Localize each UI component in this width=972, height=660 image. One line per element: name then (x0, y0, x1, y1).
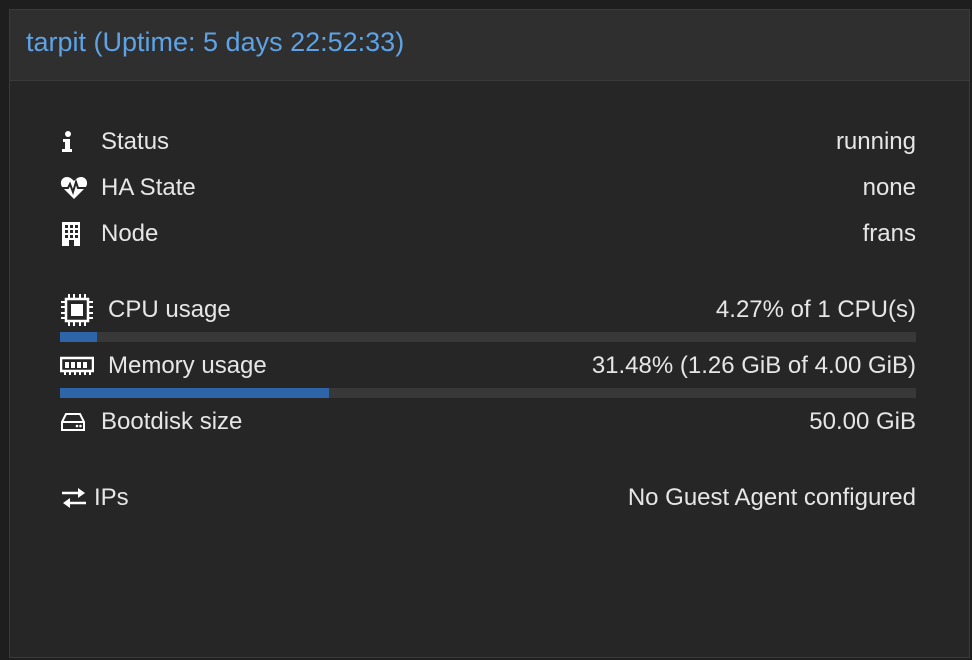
cpu-label: CPU usage (108, 296, 231, 323)
ha-state-value: none (862, 174, 916, 201)
building-icon (60, 219, 96, 249)
exchange-icon (60, 483, 96, 513)
vm-summary-panel: tarpit (Uptime: 5 days 22:52:33) Status … (9, 9, 970, 658)
cpu-usage-bar-fill (60, 332, 97, 342)
memory-usage-bar-fill (60, 388, 330, 398)
memory-label: Memory usage (108, 352, 267, 379)
memory-usage-bar (60, 388, 916, 398)
status-label: Status (101, 128, 170, 155)
ha-state-row: HA State none (60, 173, 916, 203)
cpu-usage-bar (60, 332, 916, 342)
memory-icon (60, 351, 96, 381)
memory-value: 31.48% (1.26 GiB of 4.00 GiB) (591, 352, 916, 379)
node-value: frans (862, 220, 916, 247)
ips-value: No Guest Agent configured (627, 484, 916, 511)
bootdisk-label: Bootdisk size (101, 408, 243, 435)
bootdisk-value: 50.00 GiB (809, 408, 916, 435)
ips-label: IPs (94, 484, 129, 511)
status-value: running (835, 128, 916, 155)
cpu-row: CPU usage 4.27% of 1 CPU(s) (60, 294, 916, 326)
hdd-icon (60, 407, 96, 437)
info-icon (60, 127, 96, 157)
panel-title: tarpit (Uptime: 5 days 22:52:33) (26, 27, 405, 57)
memory-row: Memory usage 31.48% (1.26 GiB of 4.00 Gi… (60, 351, 916, 381)
heartbeat-icon (60, 173, 96, 203)
node-row: Node frans (60, 219, 916, 249)
status-row: Status running (60, 127, 916, 157)
cpu-icon (60, 294, 96, 326)
bootdisk-row: Bootdisk size 50.00 GiB (60, 407, 916, 437)
ha-state-label: HA State (101, 174, 196, 201)
ips-row: IPs No Guest Agent configured (60, 483, 916, 513)
cpu-value: 4.27% of 1 CPU(s) (715, 296, 916, 323)
node-label: Node (101, 220, 159, 247)
panel-header: tarpit (Uptime: 5 days 22:52:33) (10, 10, 969, 81)
